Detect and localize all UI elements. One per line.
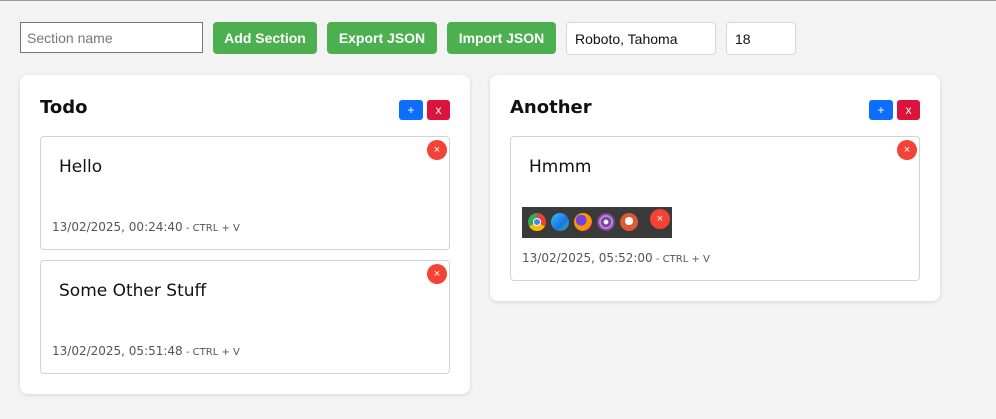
note-timestamp: 13/02/2025, 05:51:48 - CTRL + V — [52, 344, 240, 358]
firefox-icon — [574, 213, 592, 231]
note-card[interactable]: Some Other Stuff × 13/02/2025, 05:51:48 … — [40, 260, 450, 374]
note-text: Hello — [59, 157, 103, 177]
section-title: Another — [510, 97, 592, 118]
tor-browser-icon — [597, 213, 615, 231]
paste-hint: - CTRL + V — [182, 347, 240, 358]
note-date: 13/02/2025, 00:24:40 — [52, 220, 183, 234]
delete-section-button[interactable]: x — [897, 100, 920, 120]
paste-hint: - CTRL + V — [182, 223, 240, 234]
note-timestamp: 13/02/2025, 05:52:00 - CTRL + V — [522, 251, 710, 265]
note-card[interactable]: Hello × 13/02/2025, 00:24:40 - CTRL + V — [40, 136, 450, 250]
note-text: Some Other Stuff — [59, 281, 207, 301]
note-date: 13/02/2025, 05:52:00 — [522, 251, 653, 265]
add-note-button[interactable]: + — [869, 100, 893, 120]
delete-section-button[interactable]: x — [427, 100, 450, 120]
delete-note-button[interactable]: × — [897, 140, 917, 160]
section-card-todo: Todo + x Hello × 13/02/2025, 00:24:40 - … — [20, 75, 470, 394]
import-json-button[interactable]: Import JSON — [447, 22, 556, 54]
font-size-input[interactable] — [726, 22, 796, 55]
section-card-another: Another + x Hmmm × × 13/02/2025, 05:52:0… — [490, 75, 940, 301]
note-text: Hmmm — [529, 157, 592, 177]
chrome-icon — [528, 213, 546, 231]
export-json-button[interactable]: Export JSON — [327, 22, 437, 54]
note-card[interactable]: Hmmm × × 13/02/2025, 05:52:00 - CTRL + V — [510, 136, 920, 281]
delete-image-button[interactable]: × — [650, 209, 670, 229]
note-date: 13/02/2025, 05:51:48 — [52, 344, 183, 358]
add-note-button[interactable]: + — [399, 100, 423, 120]
section-name-input[interactable] — [20, 22, 203, 53]
delete-note-button[interactable]: × — [427, 264, 447, 284]
section-title: Todo — [40, 97, 88, 118]
paste-hint: - CTRL + V — [652, 254, 710, 265]
delete-note-button[interactable]: × — [427, 140, 447, 160]
duckduckgo-icon — [620, 213, 638, 231]
edge-icon — [551, 213, 569, 231]
add-section-button[interactable]: Add Section — [213, 22, 317, 54]
note-timestamp: 13/02/2025, 00:24:40 - CTRL + V — [52, 220, 240, 234]
font-family-input[interactable] — [566, 22, 716, 55]
pasted-image: × — [522, 207, 672, 238]
